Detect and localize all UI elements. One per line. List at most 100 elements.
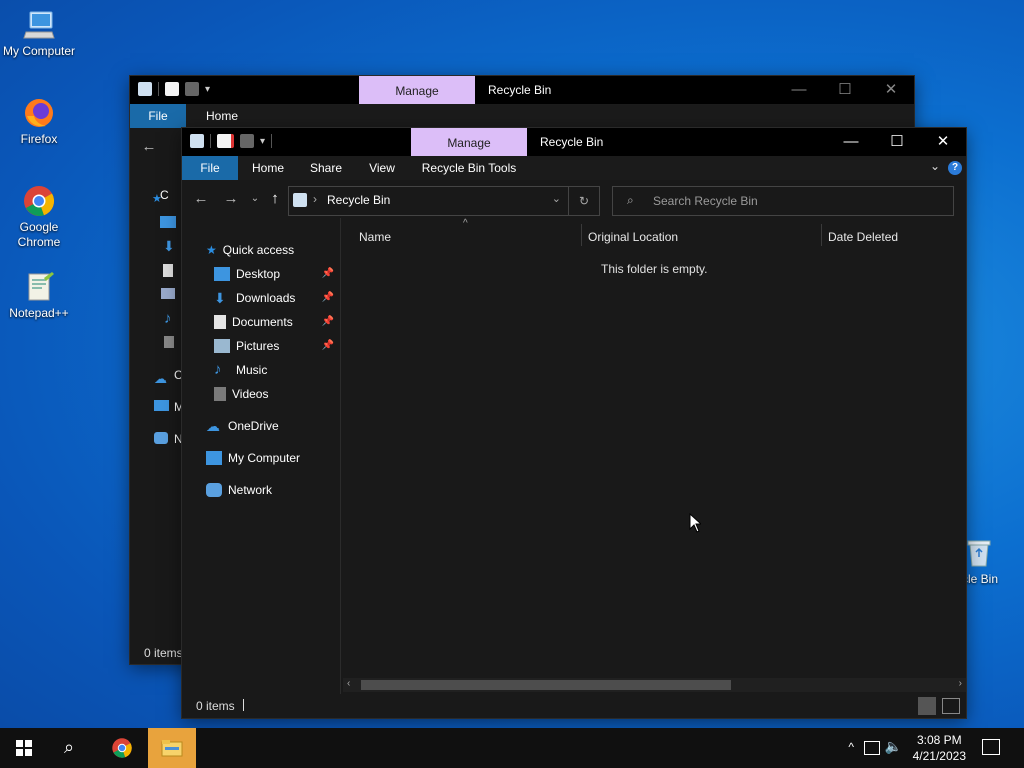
nav-item-desktop[interactable]: Desktop 📌 bbox=[214, 263, 338, 285]
download-icon: ⬇ bbox=[214, 289, 226, 306]
search-box[interactable]: ⌕ Search Recycle Bin bbox=[612, 186, 954, 216]
status-item-count: 0 items bbox=[144, 646, 183, 660]
recycle-bin-icon bbox=[190, 134, 204, 148]
title-bar[interactable]: ▾ Manage Recycle Bin — ☐ ✕ bbox=[182, 128, 966, 156]
new-folder-icon[interactable] bbox=[240, 134, 254, 148]
tab-file[interactable]: File bbox=[182, 156, 238, 180]
network-icon bbox=[154, 432, 168, 444]
tab-share[interactable]: Share bbox=[302, 156, 350, 180]
computer-icon bbox=[22, 8, 56, 42]
music-icon: ♪ bbox=[164, 310, 172, 327]
taskbar-file-explorer[interactable] bbox=[148, 728, 196, 768]
taskbar-chrome[interactable] bbox=[98, 728, 146, 768]
search-input[interactable]: Search Recycle Bin bbox=[653, 194, 758, 208]
minimize-button[interactable]: — bbox=[776, 76, 822, 104]
close-button[interactable]: ✕ bbox=[868, 76, 914, 104]
manage-tab[interactable]: Manage bbox=[359, 76, 475, 104]
tab-file[interactable]: File bbox=[130, 104, 186, 128]
desktop-icon-chrome[interactable]: Google Chrome bbox=[1, 184, 77, 250]
file-list-pane[interactable]: ^ Name Original Location Date Deleted Th… bbox=[341, 218, 966, 694]
scroll-left-icon[interactable]: ‹ bbox=[347, 678, 350, 689]
nav-item-music[interactable]: ♪ Music bbox=[214, 359, 267, 381]
window-title: Recycle Bin bbox=[540, 135, 604, 149]
empty-folder-message: This folder is empty. bbox=[601, 262, 708, 276]
details-view-icon[interactable] bbox=[918, 697, 936, 715]
column-separator[interactable] bbox=[821, 224, 822, 246]
navigation-pane[interactable]: ★ Quick access Desktop 📌 ⬇ Downloads 📌 Doc… bbox=[182, 218, 341, 694]
search-button[interactable]: ⌕ bbox=[48, 728, 96, 768]
tab-recycle-bin-tools[interactable]: Recycle Bin Tools bbox=[411, 156, 527, 180]
desktop-icon bbox=[160, 216, 176, 228]
qat-dropdown-icon[interactable]: ▾ bbox=[205, 84, 210, 95]
properties-icon[interactable] bbox=[217, 134, 234, 148]
back-arrow-icon[interactable]: ← bbox=[192, 190, 210, 208]
recycle-bin-icon bbox=[293, 193, 307, 207]
close-button[interactable]: ✕ bbox=[920, 128, 966, 156]
nav-my-computer[interactable]: My Computer bbox=[206, 447, 300, 469]
address-dropdown-icon[interactable]: ⌄ bbox=[552, 192, 561, 205]
nav-item-documents[interactable]: Documents 📌 bbox=[214, 311, 338, 333]
new-folder-icon[interactable] bbox=[185, 82, 199, 96]
show-hidden-icons-icon[interactable]: ^ bbox=[848, 740, 854, 754]
breadcrumb[interactable]: Recycle Bin bbox=[327, 193, 390, 207]
pin-icon: 📌 bbox=[321, 316, 334, 327]
desktop-icon-my-computer[interactable]: My Computer bbox=[1, 8, 77, 58]
computer-icon bbox=[154, 400, 169, 411]
search-icon: ⌕ bbox=[627, 193, 634, 207]
clock-time: 3:08 PM bbox=[916, 733, 962, 747]
properties-icon[interactable] bbox=[165, 82, 179, 96]
pictures-icon bbox=[161, 288, 175, 299]
onedrive-icon: ☁ bbox=[154, 371, 167, 386]
nav-item-videos[interactable]: Videos bbox=[214, 383, 268, 405]
help-icon[interactable]: ? bbox=[948, 161, 962, 175]
horizontal-scrollbar[interactable]: ‹ › bbox=[343, 678, 966, 692]
maximize-button[interactable]: ☐ bbox=[874, 128, 920, 156]
scroll-right-icon[interactable]: › bbox=[959, 678, 962, 689]
qat-dropdown-icon[interactable]: ▾ bbox=[260, 136, 265, 147]
network-status-icon[interactable] bbox=[864, 741, 880, 755]
tab-view[interactable]: View bbox=[360, 156, 404, 180]
start-button[interactable] bbox=[0, 728, 48, 768]
column-header-original-location[interactable]: Original Location bbox=[588, 226, 678, 248]
column-header-name[interactable]: Name bbox=[359, 226, 391, 248]
refresh-icon[interactable]: ↻ bbox=[568, 187, 599, 215]
mouse-cursor-icon bbox=[689, 513, 701, 533]
scrollbar-thumb[interactable] bbox=[361, 680, 731, 690]
clock-date: 4/21/2023 bbox=[912, 749, 966, 763]
minimize-button[interactable]: — bbox=[828, 128, 874, 156]
recent-locations-icon[interactable]: ⌄ bbox=[246, 190, 264, 208]
pictures-icon bbox=[214, 338, 230, 353]
system-clock[interactable]: 3:08 PM 4/21/2023 bbox=[913, 732, 966, 764]
column-separator[interactable] bbox=[581, 224, 582, 246]
chevron-down-icon[interactable]: ⌄ bbox=[930, 159, 940, 173]
tab-home[interactable]: Home bbox=[244, 156, 292, 180]
up-arrow-icon[interactable]: ↑ bbox=[266, 190, 284, 208]
tab-home[interactable]: Home bbox=[196, 104, 248, 128]
music-icon: ♪ bbox=[214, 360, 222, 378]
pin-icon: 📌 bbox=[321, 340, 334, 351]
chrome-icon bbox=[22, 184, 56, 218]
pin-icon: 📌 bbox=[321, 268, 334, 279]
desktop-icon-firefox[interactable]: Firefox bbox=[1, 96, 77, 146]
download-icon: ⬇ bbox=[163, 238, 175, 254]
volume-icon[interactable]: 🔈 bbox=[885, 738, 902, 755]
nav-network[interactable]: Network bbox=[206, 479, 272, 501]
column-header-date-deleted[interactable]: Date Deleted bbox=[828, 226, 898, 248]
large-icons-view-icon[interactable] bbox=[942, 698, 960, 714]
back-title-bar[interactable]: ▾ Manage Recycle Bin — ☐ ✕ bbox=[130, 76, 914, 104]
nav-quick-access[interactable]: ★ Quick access bbox=[206, 239, 294, 261]
address-bar[interactable]: › Recycle Bin ⌄ ↻ bbox=[288, 186, 600, 216]
explorer-window[interactable]: ▾ Manage Recycle Bin — ☐ ✕ File Home Sha… bbox=[182, 128, 966, 718]
action-center-icon[interactable] bbox=[982, 739, 1000, 755]
back-arrow-icon[interactable]: ← bbox=[140, 138, 158, 156]
back-ribbon: File Home bbox=[130, 104, 914, 128]
nav-item-pictures[interactable]: Pictures 📌 bbox=[214, 335, 338, 357]
videos-icon bbox=[164, 336, 174, 348]
nav-onedrive[interactable]: ☁ OneDrive bbox=[206, 415, 279, 437]
manage-tab[interactable]: Manage bbox=[411, 128, 527, 156]
forward-arrow-icon[interactable]: → bbox=[222, 190, 240, 208]
desktop-icon-notepadpp[interactable]: Notepad++ bbox=[1, 270, 77, 320]
maximize-button[interactable]: ☐ bbox=[822, 76, 868, 104]
pin-icon: 📌 bbox=[321, 292, 334, 303]
nav-item-downloads[interactable]: ⬇ Downloads 📌 bbox=[214, 287, 338, 309]
